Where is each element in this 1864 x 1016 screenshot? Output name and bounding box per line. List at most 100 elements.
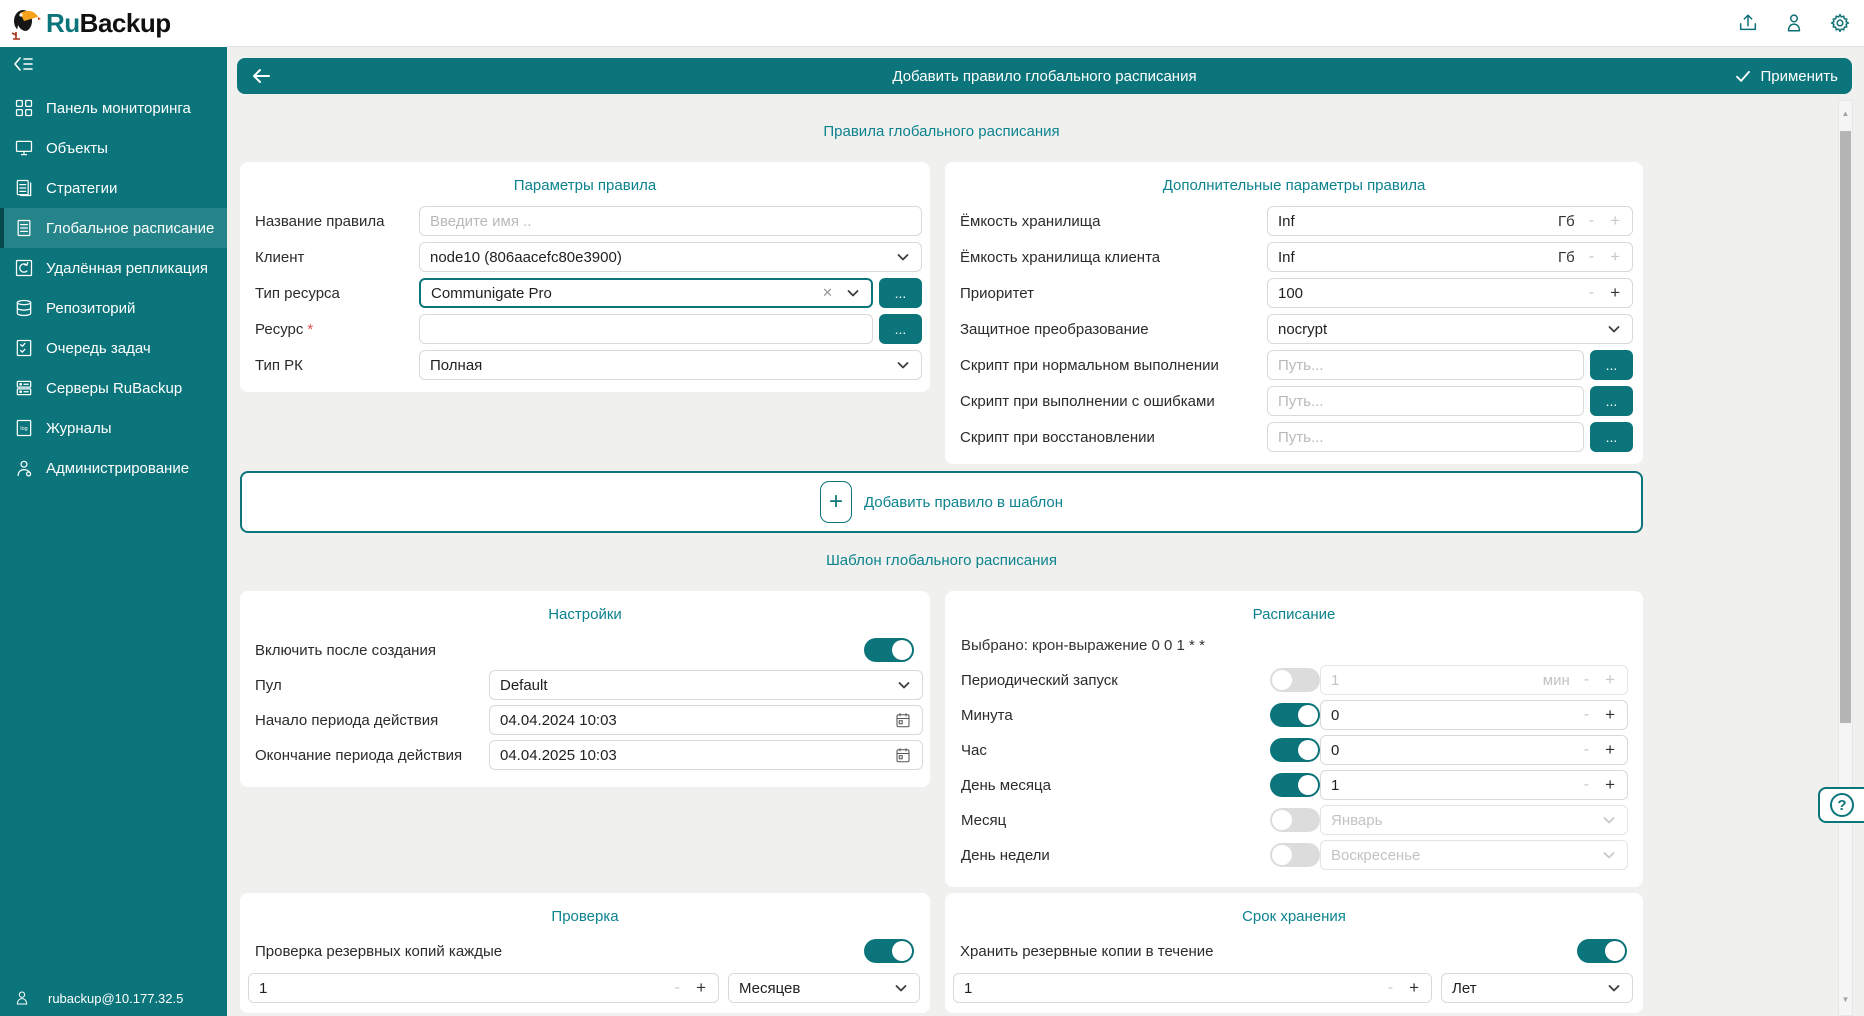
form-row: 1 - + Месяцев [248, 973, 920, 1003]
sidebar-item-repository[interactable]: Репозиторий [0, 288, 227, 328]
increment-button[interactable]: + [1605, 740, 1615, 760]
month-toggle[interactable] [1270, 808, 1320, 832]
hour-stepper[interactable]: 0 - + [1320, 735, 1628, 765]
user-icon[interactable] [1783, 12, 1805, 34]
scroll-down-arrow[interactable]: ▼ [1839, 993, 1852, 1007]
script-restore-browse-button[interactable]: ... [1590, 422, 1633, 452]
increment-button[interactable]: + [1605, 705, 1615, 725]
enable-after-create-toggle[interactable] [864, 638, 914, 662]
chevron-down-icon [1606, 980, 1622, 996]
gear-icon[interactable] [1829, 12, 1851, 34]
section-heading-rules: Правила глобального расписания [240, 123, 1643, 140]
panel-rule-params: Параметры правила Название правила Клиен… [240, 162, 930, 392]
resource-type-select[interactable]: Communigate Pro ✕ [419, 278, 873, 308]
day-of-month-stepper[interactable]: 1 - + [1320, 770, 1628, 800]
upload-icon[interactable] [1737, 12, 1759, 34]
decrement-button[interactable]: - [1388, 979, 1393, 997]
vertical-scrollbar[interactable]: ▲ ▼ [1838, 100, 1853, 1016]
sidebar-item-administration[interactable]: Администрирование [0, 448, 227, 488]
increment-button[interactable]: + [1610, 211, 1620, 231]
sidebar-item-task-queue[interactable]: Очередь задач [0, 328, 227, 368]
rule-name-input[interactable] [419, 206, 922, 236]
verify-interval-stepper[interactable]: 1 - + [248, 973, 719, 1003]
decrement-button[interactable]: - [1584, 671, 1589, 689]
decrement-button[interactable]: - [1589, 248, 1594, 266]
day-of-week-select[interactable]: Воскресенье [1320, 840, 1628, 870]
verify-unit-select[interactable]: Месяцев [728, 973, 920, 1003]
backup-type-select[interactable]: Полная [419, 350, 922, 380]
client-capacity-stepper[interactable]: Inf Гб - + [1267, 242, 1633, 272]
periodic-interval-stepper[interactable]: 1 мин - + [1320, 665, 1628, 695]
decrement-button[interactable]: - [1589, 284, 1594, 302]
increment-button[interactable]: + [1605, 775, 1615, 795]
documents-icon [14, 178, 34, 198]
question-icon: ? [1830, 793, 1854, 817]
retention-unit-select[interactable]: Лет [1441, 973, 1633, 1003]
form-row: Скрипт при выполнении с ошибками ... [945, 386, 1643, 416]
form-row: Тип РК Полная [240, 350, 930, 380]
form-row: Ресурс* ... [240, 314, 930, 344]
form-row: Скрипт при восстановлении ... [945, 422, 1643, 452]
storage-capacity-stepper[interactable]: Inf Гб - + [1267, 206, 1633, 236]
decrement-button[interactable]: - [1589, 212, 1594, 230]
script-err-browse-button[interactable]: ... [1590, 386, 1633, 416]
help-button[interactable]: ? [1818, 787, 1864, 823]
script-ok-input[interactable] [1267, 350, 1584, 380]
verify-toggle[interactable] [864, 939, 914, 963]
retention-interval-stepper[interactable]: 1 - + [953, 973, 1432, 1003]
sidebar-item-remote-replication[interactable]: Удалённая репликация [0, 248, 227, 288]
calendar-icon[interactable] [894, 711, 912, 729]
monitor-icon [14, 138, 34, 158]
month-select[interactable]: Январь [1320, 805, 1628, 835]
sidebar-item-strategies[interactable]: Стратегии [0, 168, 227, 208]
sidebar-item-objects[interactable]: Объекты [0, 128, 227, 168]
replication-icon [14, 258, 34, 278]
form-row: Клиент node10 (806aacefc80e3900) [240, 242, 930, 272]
clear-icon[interactable]: ✕ [822, 285, 833, 301]
increment-button[interactable]: + [1605, 670, 1615, 690]
decrement-button[interactable]: - [1584, 741, 1589, 759]
priority-stepper[interactable]: 100 - + [1267, 278, 1633, 308]
increment-button[interactable]: + [696, 978, 706, 998]
client-select[interactable]: node10 (806aacefc80e3900) [419, 242, 922, 272]
increment-button[interactable]: + [1610, 283, 1620, 303]
script-ok-browse-button[interactable]: ... [1590, 350, 1633, 380]
pool-select[interactable]: Default [489, 670, 923, 700]
scrollbar-thumb[interactable] [1840, 131, 1851, 723]
chevron-down-icon [896, 677, 912, 693]
page-title: Добавить правило глобального расписания [237, 68, 1852, 85]
increment-button[interactable]: + [1409, 978, 1419, 998]
cron-expression-text: Выбрано: крон-выражение 0 0 1 * * [945, 635, 1643, 657]
decrement-button[interactable]: - [1584, 776, 1589, 794]
sidebar-collapse-icon[interactable] [12, 54, 34, 74]
panel-title: Параметры правила [240, 174, 930, 198]
day-of-week-toggle[interactable] [1270, 843, 1320, 867]
end-date-input[interactable]: 04.04.2025 10:03 [489, 740, 923, 770]
sidebar-item-global-schedule[interactable]: Глобальное расписание [0, 208, 227, 248]
script-err-input[interactable] [1267, 386, 1584, 416]
minute-toggle[interactable] [1270, 703, 1320, 727]
form-row: Защитное преобразование nocrypt [945, 314, 1643, 344]
sidebar-item-journals[interactable]: log Журналы [0, 408, 227, 448]
check-icon [1734, 67, 1752, 85]
resource-input[interactable] [419, 314, 873, 344]
crypt-select[interactable]: nocrypt [1267, 314, 1633, 344]
retention-toggle[interactable] [1577, 939, 1627, 963]
apply-button[interactable]: Применить [1734, 58, 1838, 94]
scroll-up-arrow[interactable]: ▲ [1839, 107, 1852, 121]
hour-toggle[interactable] [1270, 738, 1320, 762]
decrement-button[interactable]: - [1584, 706, 1589, 724]
script-restore-input[interactable] [1267, 422, 1584, 452]
periodic-run-toggle[interactable] [1270, 668, 1320, 692]
decrement-button[interactable]: - [675, 979, 680, 997]
sidebar-item-servers[interactable]: Серверы RuBackup [0, 368, 227, 408]
minute-stepper[interactable]: 0 - + [1320, 700, 1628, 730]
day-of-month-toggle[interactable] [1270, 773, 1320, 797]
start-date-input[interactable]: 04.04.2024 10:03 [489, 705, 923, 735]
resource-type-browse-button[interactable]: ... [879, 278, 922, 308]
add-rule-to-template-button[interactable]: + Добавить правило в шаблон [240, 471, 1643, 533]
resource-browse-button[interactable]: ... [879, 314, 922, 344]
increment-button[interactable]: + [1610, 247, 1620, 267]
calendar-icon[interactable] [894, 746, 912, 764]
sidebar-item-monitoring[interactable]: Панель мониторинга [0, 88, 227, 128]
